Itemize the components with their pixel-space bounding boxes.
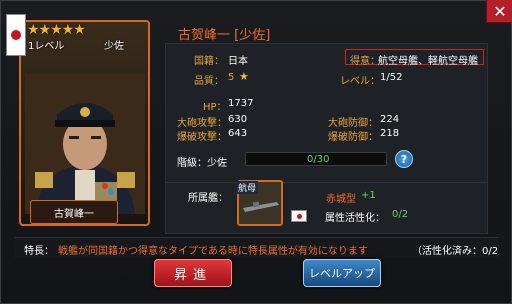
cannon-attack-label: 大砲攻撃：: [177, 118, 227, 129]
trait-count: （活性化済み：0/2）: [412, 246, 499, 257]
ship-enhance: +1: [361, 190, 376, 201]
affinity-value: 0/2: [392, 209, 409, 220]
rank-progress-text: 0/30: [307, 154, 330, 165]
hp-label: HP：: [203, 102, 227, 113]
bomb-defense-value: 218: [380, 128, 400, 139]
ship-label: 所属艦：: [188, 193, 228, 204]
trait-strip: 特長： 戦艦が同国籍かつ得意なタイプである時に特長属性が有効になります （活性化…: [14, 237, 499, 258]
officer-portrait: [25, 74, 145, 214]
nationality-value: 日本: [228, 56, 248, 67]
specialty-value: 航空母艦、軽航空母艦: [378, 56, 478, 67]
specialty-label: 得意：: [350, 56, 380, 67]
rank-value: 少佐: [207, 158, 227, 169]
promote-button[interactable]: 昇進: [154, 259, 232, 287]
bomb-attack-value: 643: [228, 128, 248, 139]
trait-text: 戦艦が同国籍かつ得意なタイプである時に特長属性が有効になります: [58, 246, 368, 257]
close-button[interactable]: ✕: [486, 0, 512, 23]
rank-label: 階級：: [177, 158, 207, 169]
level-up-button[interactable]: レベルアップ: [303, 259, 381, 287]
cannon-defense-label: 大砲防御：: [328, 118, 378, 129]
nationality-label: 国籍：: [194, 56, 224, 67]
star-rating: ★★★★★: [27, 22, 86, 38]
quality-star-icon: ★: [239, 70, 249, 83]
ship-name: 赤城型: [326, 194, 356, 205]
level-label: レベル：: [340, 76, 380, 87]
ship-type-badge: 航母: [236, 181, 259, 194]
trait-label: 特長：: [24, 246, 54, 257]
help-button[interactable]: ?: [395, 150, 413, 168]
cannon-defense-value: 224: [380, 114, 400, 125]
bomb-attack-label: 爆破攻撃：: [177, 132, 227, 143]
quality-label: 品質：: [194, 76, 224, 87]
affinity-label: 属性活性化：: [325, 213, 385, 224]
officer-title: 古贺峰一 [少佐]: [178, 28, 271, 43]
question-icon: ?: [400, 152, 408, 166]
close-icon: ✕: [493, 1, 507, 21]
card-rank: 少佐: [104, 41, 124, 52]
hp-value: 1737: [228, 98, 254, 109]
japan-flag-icon: [6, 14, 26, 56]
card-level: 1レベル: [28, 41, 65, 52]
ship-flag-icon: [291, 210, 307, 222]
level-value: 1/52: [380, 72, 403, 83]
bomb-defense-label: 爆破防御：: [328, 132, 378, 143]
quality-value: 5: [228, 72, 235, 83]
card-officer-name: 古賀峰一: [30, 200, 118, 224]
cannon-attack-value: 630: [228, 114, 248, 125]
